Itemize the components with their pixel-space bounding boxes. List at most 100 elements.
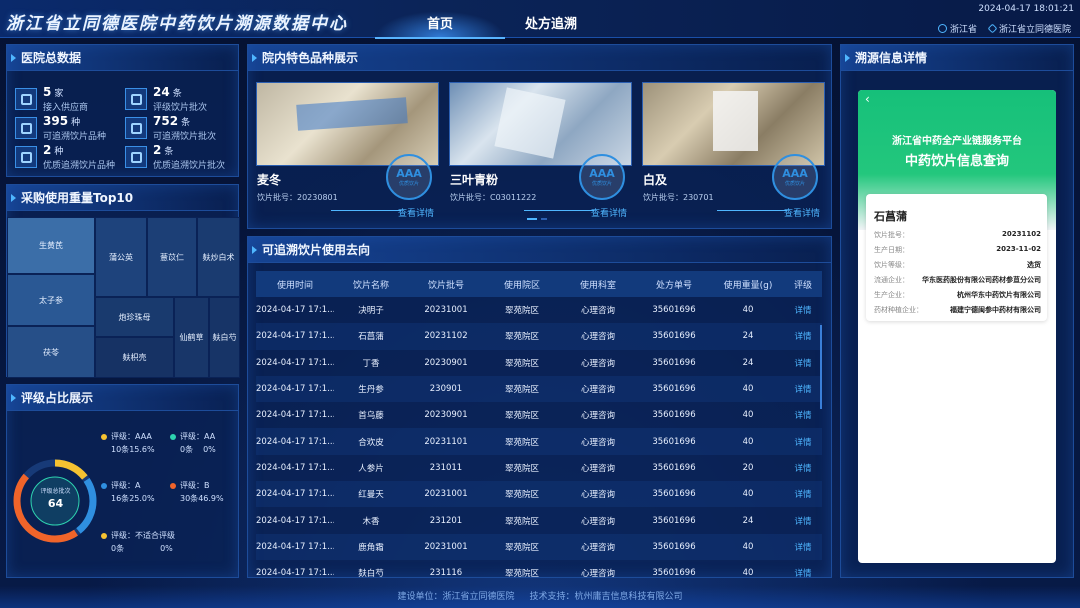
legend-name: 评级：AAA [111,432,152,441]
column-header: 饮片批号 [408,271,484,297]
legend-name: 评级：A [111,481,141,490]
table-row[interactable]: 2024-04-17 17:1... 首乌藤 20230901 翠苑院区 心理咨询 356… [256,402,822,428]
footer: 建设单位：浙江省立同德医院 技术支持：杭州庸吉信息科技有限公司 [0,586,1080,608]
info-value: 杭州华东中药饮片有限公司 [957,291,1041,299]
featured-card[interactable]: 三叶青粉 饮片批号：C03011222 查看详情 AAA 优质饮片 [449,82,632,230]
table-cell: 2024-04-17 17:1... [256,305,334,316]
table-cell: 翠苑院区 [504,358,539,369]
info-row: 流通企业： 华东医药股份有限公司药材参苴分公司 [874,275,1041,285]
table-cell: 心理咨询 [580,411,615,422]
trace-detail-title: 溯源信息详情 [841,45,1073,71]
batch-icon [125,117,147,139]
table-cell: 40 [742,305,754,316]
premium-kind-icon [15,146,37,168]
stat-value: 2 [153,143,162,157]
detail-link[interactable]: 详情 [784,481,822,508]
treemap-cell[interactable]: 仙鹤草 [174,297,209,378]
table-cell: 翠苑院区 [504,569,539,577]
header: 浙江省立同德医院中药饮片溯源数据中心 首页 处方追溯 2024-04-17 18… [0,0,1080,40]
detail-link[interactable]: 详情 [784,428,822,455]
table-row[interactable]: 2024-04-17 17:1... 人参片 231011 翠苑院区 心理咨询 35601… [256,455,822,481]
featured-card[interactable]: 麦冬 饮片批号：20230801 查看详情 AAA 优质饮片 [256,82,439,230]
table-body: 2024-04-17 17:1... 决明子 20231001 翠苑院区 心理咨询 356… [256,297,822,577]
top10-treemap: 生黄芪 太子参 茯苓 蒲公英 薏苡仁 麸炒白术 炮珍珠母 仙鹤草 麸白芍 麸枳壳 [7,217,240,378]
table-cell: 翠苑院区 [504,306,539,317]
treemap-cell[interactable]: 茯苓 [7,326,95,378]
treemap-cell[interactable]: 生黄芪 [7,217,95,274]
treemap-cell[interactable]: 麸白芍 [209,297,240,378]
stat-value: 2 [43,143,52,157]
view-detail-link[interactable]: 查看详情 [398,206,434,219]
column-header: 饮片名称 [334,271,408,297]
view-detail-link[interactable]: 查看详情 [591,206,627,219]
treemap-cell[interactable]: 蒲公英 [95,217,147,297]
back-arrow-icon[interactable]: ‹ [865,92,870,106]
carousel-dot[interactable] [541,218,547,220]
table-cell: 231116 [429,568,463,577]
mobile-query-preview: ‹ 浙江省中药全产业链服务平台 中药饮片信息查询 石菖蒲 饮片批号： 202311… [858,90,1056,563]
hospital-icon [987,23,998,34]
treemap-cell[interactable]: 炮珍珠母 [95,297,174,337]
table-cell: 生丹参 [334,375,408,403]
detail-link[interactable]: 详情 [784,323,822,350]
table-row[interactable]: 2024-04-17 17:1... 红曼天 20231001 翠苑院区 心理咨询 356… [256,481,822,508]
table-cell: 40 [712,428,784,455]
table-cell: 心理咨询 [560,533,636,560]
detail-link[interactable]: 详情 [784,350,822,376]
table-row[interactable]: 2024-04-17 17:1... 麸白芍 231116 翠苑院区 心理咨询 35601… [256,560,822,577]
legend-item-unsuitable: 评级：不适合评级 0条 0% [101,529,181,555]
info-key: 饮片等级： [874,261,909,269]
table-cell: 心理咨询 [560,428,636,455]
featured-card[interactable]: 白及 饮片批号：230701 查看详情 AAA 优质饮片 [642,82,825,230]
detail-link[interactable]: 详情 [784,297,822,323]
treemap-cell[interactable]: 太子参 [7,274,95,326]
datetime: 2024-04-17 18:01:21 [978,4,1074,14]
treemap-cell[interactable]: 薏苡仁 [147,217,197,297]
tab-prescription-trace[interactable]: 处方追溯 [486,11,616,39]
detail-link[interactable]: 详情 [784,375,822,403]
table-row[interactable]: 2024-04-17 17:1... 生丹参 230901 翠苑院区 心理咨询 35601… [256,375,822,403]
usage-table-wrapper[interactable]: 使用时间 饮片名称 饮片批号 使用院区 使用科室 处方单号 使用重量(g) 评级… [256,271,822,577]
detail-link[interactable]: 详情 [784,402,822,428]
table-row[interactable]: 2024-04-17 17:1... 石菖蒲 20231102 翠苑院区 心理咨询 356… [256,323,822,350]
treemap-cell[interactable]: 麸枳壳 [95,337,174,378]
table-row[interactable]: 2024-04-17 17:1... 鹿角霜 20231001 翠苑院区 心理咨询 356… [256,533,822,560]
province-selector[interactable]: 浙江省 [938,22,977,35]
table-cell: 2024-04-17 17:1... [256,323,334,350]
table-cell: 20231102 [408,323,484,350]
stamp-caption: 优质饮片 [591,180,612,187]
stat-unit: 种 [54,147,64,157]
location-pin-icon [938,24,947,33]
table-row[interactable]: 2024-04-17 17:1... 决明子 20231001 翠苑院区 心理咨询 356… [256,297,822,323]
card-name: 白及 [643,173,668,187]
stat-unit: 条 [164,147,174,157]
treemap-cell[interactable]: 麸炒白术 [197,217,240,297]
table-scrollbar[interactable] [820,325,822,409]
table-cell: 40 [712,375,784,403]
label-sticker-shape [713,91,758,151]
table-cell: 20230901 [424,357,468,368]
table-row[interactable]: 2024-04-17 17:1... 木香 231201 翠苑院区 心理咨询 356016… [256,507,822,533]
hospital-selector[interactable]: 浙江省立同德医院 [987,22,1071,35]
card-name: 麦冬 [257,173,282,187]
info-row: 生产日期： 2023-11-02 [874,245,1041,255]
legend-item-a: 评级：A 16条25.0% [101,479,155,505]
stamp-caption: 优质饮片 [398,180,419,187]
info-key: 饮片批号： [874,231,909,239]
table-row[interactable]: 2024-04-17 17:1... 丁香 20230901 翠苑院区 心理咨询 3560… [256,350,822,376]
detail-link[interactable]: 详情 [784,533,822,560]
stat-label: 评级饮片批次 [153,103,208,113]
table-cell: 合欢皮 [334,428,408,455]
support-text: 技术支持：杭州庸吉信息科技有限公司 [529,592,683,602]
view-detail-link[interactable]: 查看详情 [784,206,820,219]
card-divider [331,210,401,211]
table-row[interactable]: 2024-04-17 17:1... 合欢皮 20231101 翠苑院区 心理咨询 356… [256,428,822,455]
column-header: 处方单号 [636,271,712,297]
detail-link[interactable]: 详情 [784,560,822,577]
stat-traceable-batches: 752 条 可追溯饮片批次 [125,114,237,142]
rating-icon [125,88,147,110]
carousel-dot-active[interactable] [527,218,537,220]
table-cell: 20231001 [424,305,468,316]
detail-link[interactable]: 详情 [784,455,822,481]
detail-link[interactable]: 详情 [784,507,822,533]
